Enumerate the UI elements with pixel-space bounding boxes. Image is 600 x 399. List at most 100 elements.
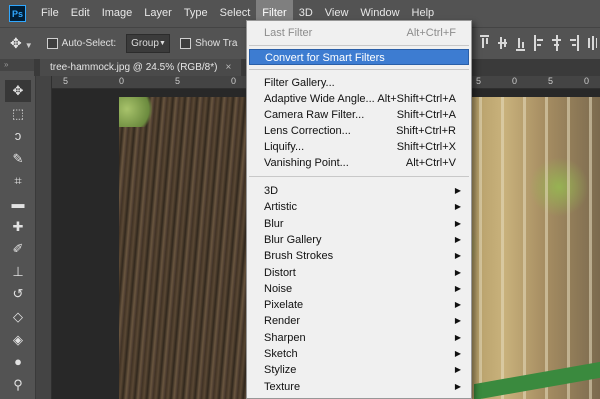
submenu-arrow-icon: ▶ — [454, 365, 461, 375]
document-tab-title: tree-hammock.jpg @ 24.5% (RGB/8*) — [50, 62, 218, 73]
submenu-arrow-icon: ▶ — [454, 316, 461, 326]
ruler-label: 5 — [476, 76, 482, 86]
blur-tool-icon[interactable]: ● — [5, 351, 31, 373]
ruler-label: 5 — [548, 76, 554, 86]
align-right-icon[interactable] — [570, 35, 579, 51]
crop-tool-icon[interactable]: ⌗ — [5, 170, 31, 192]
ruler-label: 0 — [584, 76, 590, 86]
menu-item-label: 3D — [264, 185, 279, 197]
menu-item-label: Blur Gallery — [264, 233, 322, 246]
paint-bucket-tool-icon[interactable]: ◈ — [5, 329, 31, 351]
menu-item-shortcut: Shift+Ctrl+X — [396, 141, 456, 153]
menu-item-shortcut: Alt+Ctrl+F — [406, 27, 456, 39]
ruler-label: 5 — [175, 76, 181, 86]
menu-item-label: Noise — [264, 282, 293, 295]
lasso-tool-icon[interactable]: ↄ — [5, 125, 31, 147]
menu-item-blur-gallery[interactable]: Blur Gallery ▶ — [249, 232, 469, 248]
clone-stamp-tool-icon[interactable]: ⊥ — [5, 261, 31, 283]
submenu-arrow-icon: ▶ — [454, 218, 461, 228]
menu-item-label: Texture — [264, 380, 301, 393]
align-top-icon[interactable] — [480, 35, 489, 51]
submenu-arrow-icon: ▶ — [454, 251, 461, 261]
distribute-icon[interactable] — [588, 35, 597, 51]
menu-separator — [249, 45, 469, 46]
align-bottom-icon[interactable] — [516, 35, 525, 51]
menu-item-label: Render — [264, 315, 301, 328]
healing-brush-tool-icon[interactable]: ✚ — [5, 216, 31, 238]
menu-item-sketch[interactable]: Sketch ▶ — [249, 346, 469, 362]
menu-item-filter-gallery[interactable]: Filter Gallery... — [249, 75, 469, 91]
menu-item-shortcut: Alt+Shift+Ctrl+A — [377, 93, 456, 105]
menu-separator — [249, 69, 469, 70]
menu-file[interactable]: File — [35, 0, 65, 27]
background-trees-image — [469, 97, 600, 399]
brush-tool-icon[interactable]: ✐ — [5, 238, 31, 260]
submenu-arrow-icon: ▶ — [454, 349, 461, 358]
menu-item-liquify[interactable]: Liquify... Shift+Ctrl+X — [249, 139, 469, 155]
menu-item-brush-strokes[interactable]: Brush Strokes ▶ — [249, 248, 469, 264]
menu-separator — [249, 176, 469, 177]
menu-item-label: Stylize — [264, 364, 297, 377]
submenu-arrow-icon: ▶ — [454, 300, 461, 310]
menu-item-distort[interactable]: Distort ▶ — [249, 265, 469, 281]
menu-item-render[interactable]: Render ▶ — [249, 313, 469, 329]
auto-select-dropdown[interactable]: Group ▼ — [126, 34, 171, 53]
menu-item-stylize[interactable]: Stylize ▶ — [249, 362, 469, 378]
vertical-ruler — [36, 76, 52, 399]
ruler-label: 0 — [119, 76, 125, 86]
close-icon[interactable]: × — [225, 62, 231, 73]
quick-select-tool-icon[interactable]: ✎ — [5, 148, 31, 170]
auto-select-checkbox[interactable] — [46, 38, 58, 49]
menu-item-3d[interactable]: 3D ▶ — [249, 183, 469, 199]
submenu-arrow-icon: ▶ — [454, 186, 461, 195]
menu-item-label: Artistic — [264, 201, 297, 214]
menu-item-vanishing-point[interactable]: Vanishing Point... Alt+Ctrl+V — [249, 155, 469, 171]
menu-item-blur[interactable]: Blur ▶ — [249, 216, 469, 232]
document-tab[interactable]: tree-hammock.jpg @ 24.5% (RGB/8*) × — [40, 59, 242, 76]
menu-item-convert-smart-filters[interactable]: Convert for Smart Filters — [249, 49, 469, 65]
show-transform-label: Show Tra — [195, 38, 238, 49]
ruler-tool-icon[interactable]: ▬ — [5, 193, 31, 215]
ruler-label: 0 — [231, 76, 237, 86]
panel-collapse-icon[interactable]: » — [0, 59, 36, 71]
menu-item-label: Convert for Smart Filters — [265, 52, 385, 64]
menu-image[interactable]: Image — [96, 0, 139, 27]
align-center-icon[interactable] — [552, 35, 561, 51]
submenu-arrow-icon: ▶ — [454, 283, 461, 293]
menu-item-texture[interactable]: Texture ▶ — [249, 379, 469, 395]
menu-item-label: Camera Raw Filter... — [264, 109, 365, 121]
menu-item-camera-raw-filter[interactable]: Camera Raw Filter... Shift+Ctrl+A — [249, 107, 469, 123]
submenu-arrow-icon: ▶ — [454, 381, 461, 391]
chevron-down-icon: ▼ — [158, 40, 166, 47]
align-left-icon[interactable] — [534, 35, 543, 51]
auto-select-value: Group — [131, 38, 159, 49]
menu-type[interactable]: Type — [178, 0, 214, 27]
menu-item-sharpen[interactable]: Sharpen ▶ — [249, 330, 469, 346]
menu-edit[interactable]: Edit — [65, 0, 96, 27]
menu-layer[interactable]: Layer — [138, 0, 178, 27]
submenu-arrow-icon: ▶ — [454, 332, 461, 342]
eraser-tool-icon[interactable]: ◇ — [5, 306, 31, 328]
marquee-tool-icon[interactable]: ⬚ — [5, 103, 31, 125]
menu-item-lens-correction[interactable]: Lens Correction... Shift+Ctrl+R — [249, 123, 469, 139]
menu-item-artistic[interactable]: Artistic ▶ — [249, 199, 469, 215]
menu-item-label: Adaptive Wide Angle... — [264, 93, 375, 105]
align-buttons — [480, 35, 600, 51]
show-transform-checkbox[interactable] — [180, 38, 192, 49]
history-brush-tool-icon[interactable]: ↺ — [5, 283, 31, 305]
menu-item-label: Sketch — [264, 348, 298, 360]
move-tool-icon[interactable]: ✥ — [5, 80, 31, 102]
menu-item-pixelate[interactable]: Pixelate ▶ — [249, 297, 469, 313]
menu-item-shortcut: Shift+Ctrl+A — [396, 109, 456, 121]
submenu-arrow-icon: ▶ — [454, 202, 461, 212]
menu-item-adaptive-wide-angle[interactable]: Adaptive Wide Angle... Alt+Shift+Ctrl+A — [249, 91, 469, 107]
menu-item-label: Filter Gallery... — [264, 77, 335, 89]
align-middle-icon[interactable] — [498, 35, 507, 51]
menu-item-noise[interactable]: Noise ▶ — [249, 281, 469, 297]
menu-item-label: Sharpen — [264, 331, 306, 344]
photoshop-logo-icon: Ps — [9, 5, 26, 22]
ruler-label: 5 — [63, 76, 69, 86]
dodge-tool-icon[interactable]: ⚲ — [5, 374, 31, 396]
move-tool-preset-icon[interactable]: ✥ ▼ — [10, 35, 33, 52]
auto-select-label: Auto-Select: — [61, 38, 117, 49]
